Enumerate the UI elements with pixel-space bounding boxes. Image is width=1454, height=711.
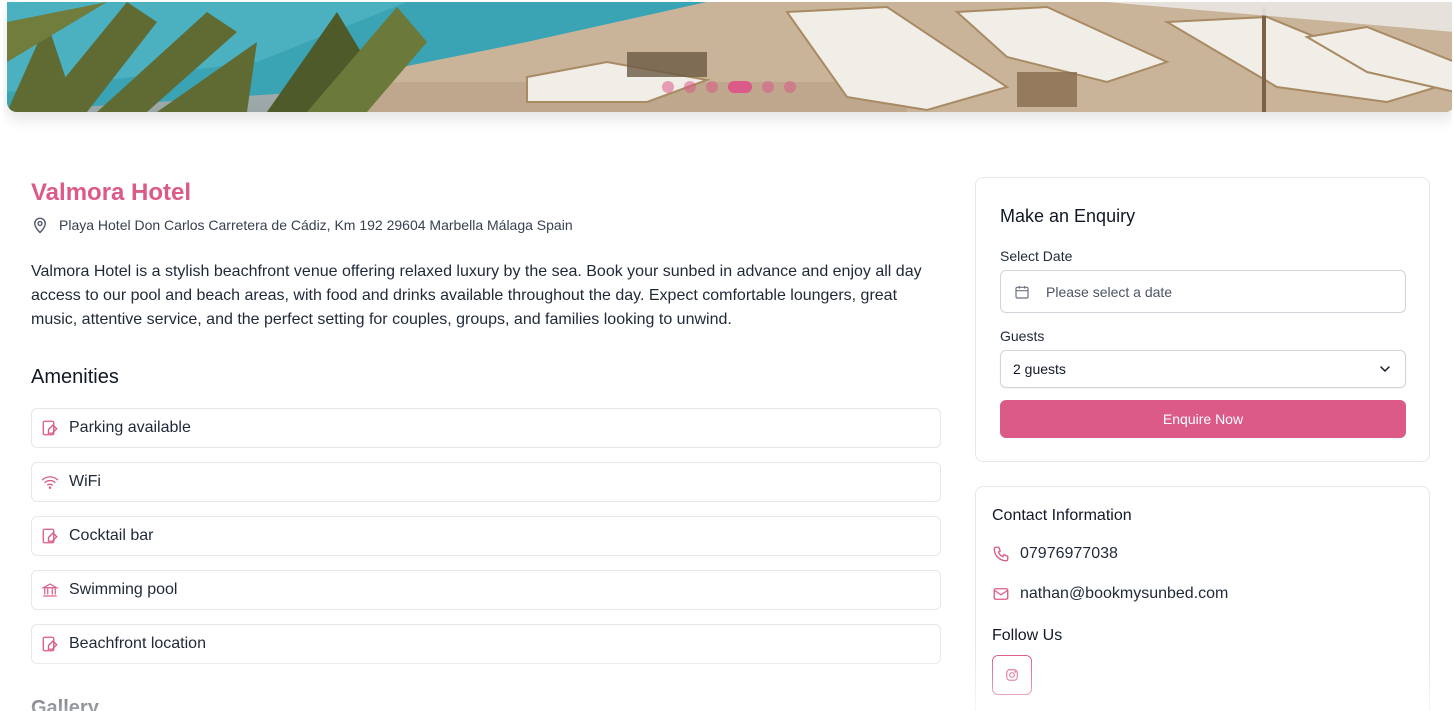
amenity-item: Swimming pool <box>31 570 941 610</box>
carousel-dots <box>662 81 796 93</box>
chevron-down-icon <box>1380 366 1390 373</box>
enquiry-title: Make an Enquiry <box>1000 206 1136 226</box>
enquiry-card: Make an Enquiry Select Date Guests 2 gue… <box>975 177 1430 462</box>
venue-description: Valmora Hotel is a stylish beachfront ve… <box>31 263 922 328</box>
amenity-label: Swimming pool <box>69 581 178 598</box>
follow-us-label: Follow Us <box>992 627 1063 644</box>
address-text: Playa Hotel Don Carlos Carretera de Cádi… <box>59 217 573 233</box>
amenity-label: WiFi <box>69 473 101 490</box>
instagram-icon <box>1006 669 1018 681</box>
amenity-item: Parking available <box>31 408 941 448</box>
amenity-label: Parking available <box>69 419 191 436</box>
hero-image-carousel[interactable] <box>7 2 1452 112</box>
instagram-button[interactable] <box>992 655 1032 695</box>
wifi-icon <box>41 476 59 489</box>
email-address: nathan@bookmysunbed.com <box>1020 585 1229 602</box>
page: Valmora Hotel Playa Hotel Don Carlos Car… <box>3 0 1452 711</box>
contact-email[interactable]: nathan@bookmysunbed.com <box>992 585 1228 603</box>
guests-label: Guests <box>1000 328 1045 344</box>
amenity-label: Cocktail bar <box>69 527 154 544</box>
phone-icon <box>993 546 1009 562</box>
carousel-dot[interactable] <box>662 81 674 93</box>
amenities-heading: Amenities <box>31 366 119 388</box>
venue-title: Valmora Hotel <box>31 179 192 206</box>
date-input[interactable] <box>1044 282 1388 301</box>
guests-value: 2 guests <box>1013 361 1066 377</box>
hero-image <box>7 2 1452 112</box>
carousel-dot[interactable] <box>684 81 696 93</box>
tag-icon <box>42 636 58 652</box>
gallery-heading: Gallery <box>31 697 99 711</box>
contact-card: Contact Information 07976977038 nathan@b… <box>975 486 1430 711</box>
amenity-item: Beachfront location <box>31 624 941 664</box>
map-pin-icon <box>34 217 46 234</box>
guests-select[interactable]: 2 guests <box>1000 350 1406 388</box>
calendar-icon <box>1015 285 1029 299</box>
landmark-icon <box>41 583 59 597</box>
tag-icon <box>42 420 58 436</box>
venue-address: Playa Hotel Don Carlos Carretera de Cádi… <box>31 216 573 234</box>
phone-number: 07976977038 <box>1020 545 1118 562</box>
carousel-dot[interactable] <box>706 81 718 93</box>
contact-phone[interactable]: 07976977038 <box>992 545 1118 563</box>
carousel-dot[interactable] <box>762 81 774 93</box>
amenity-item: WiFi <box>31 462 941 502</box>
amenity-item: Cocktail bar <box>31 516 941 556</box>
amenity-label: Beachfront location <box>69 635 206 652</box>
mail-icon <box>993 588 1009 600</box>
carousel-dot[interactable] <box>784 81 796 93</box>
carousel-dot-active[interactable] <box>728 81 752 93</box>
date-label: Select Date <box>1000 248 1073 264</box>
tag-icon <box>42 528 58 544</box>
enquire-now-button[interactable]: Enquire Now <box>1000 400 1406 438</box>
date-field[interactable] <box>1000 270 1406 313</box>
contact-title: Contact Information <box>992 507 1132 524</box>
